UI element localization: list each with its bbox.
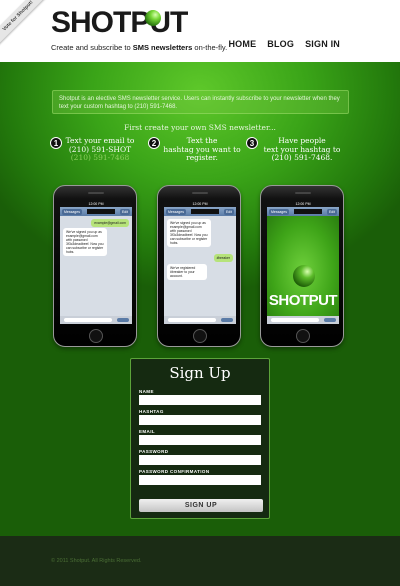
- edit-button: Edit: [223, 208, 234, 215]
- home-button-icon: [296, 329, 310, 343]
- password-confirmation-input[interactable]: [139, 475, 261, 485]
- step-line: (210) 591-7468.: [271, 153, 333, 162]
- main-content: Shotput is an elective SMS newsletter se…: [0, 62, 400, 536]
- redacted-contact: [293, 209, 322, 214]
- vote-ribbon[interactable]: Vote for Shotput!: [0, 0, 48, 46]
- step-2: 2 Text the hashtag you want to register.: [148, 136, 244, 163]
- nav-home[interactable]: HOME: [228, 39, 256, 49]
- site-footer: © 2011 Shotput. All Rights Reserved.: [0, 536, 400, 586]
- messages-titlebar: Messages Edit: [267, 207, 339, 216]
- first-create-heading: First create your own SMS newsletter...: [124, 123, 276, 132]
- message-input-bar: [267, 316, 339, 324]
- main-nav: HOME BLOG SIGN IN: [228, 39, 340, 49]
- name-label: NAME: [139, 389, 154, 394]
- message-input-bar: [60, 316, 132, 324]
- phone-mockup-1: 12:00 PM Messages Edit example@gmail.com…: [53, 185, 137, 347]
- step-number: 3: [246, 137, 258, 149]
- tagline-pre: Create and subscribe to: [51, 43, 133, 52]
- step-3: 3 Have people text your hashtag to (210)…: [246, 136, 346, 163]
- messages-titlebar: Messages Edit: [60, 207, 132, 216]
- shotput-splash: SHOTPUT: [267, 216, 339, 316]
- nav-sign-in[interactable]: SIGN IN: [305, 39, 340, 49]
- shotput-ball-icon: [293, 265, 315, 287]
- step-line: register.: [186, 153, 218, 162]
- back-button: Messages: [166, 208, 186, 215]
- message-bubble: We've signed you up as example@gmail.com…: [167, 219, 211, 247]
- tagline-post: on-the-fly.: [192, 43, 228, 52]
- phone-mockup-3: 12:00 PM Messages Edit SHOTPUT: [260, 185, 344, 347]
- sign-up-button[interactable]: SIGN UP: [139, 499, 263, 512]
- home-button-icon: [89, 329, 103, 343]
- message-bubble: #breaker: [213, 254, 233, 262]
- message-bubble: We've registered #breaker to your accoun…: [167, 264, 207, 280]
- signup-title: Sign Up: [169, 364, 231, 382]
- step-subline: (210) 591-7468: [70, 153, 130, 162]
- step-1: 1 Text your email to (210) 591-SHOT (210…: [50, 136, 142, 163]
- back-button: Messages: [269, 208, 289, 215]
- email-input[interactable]: [139, 435, 261, 445]
- password-confirmation-label: PASSWORD CONFIRMATION: [139, 469, 210, 474]
- message-input-bar: [164, 316, 236, 324]
- signup-form: Sign Up NAME HASHTAG EMAIL PASSWORD PASS…: [130, 358, 270, 519]
- nav-blog[interactable]: BLOG: [267, 39, 294, 49]
- email-label: EMAIL: [139, 429, 155, 434]
- password-input[interactable]: [139, 455, 261, 465]
- hashtag-label: HASHTAG: [139, 409, 164, 414]
- site-tagline: Create and subscribe to SMS newsletters …: [51, 43, 227, 52]
- hashtag-input[interactable]: [139, 415, 261, 425]
- logo-ball-icon: [145, 10, 161, 26]
- phone-speaker: [192, 192, 208, 194]
- message-bubble: example@gmail.com: [91, 219, 129, 227]
- phone-screen: 12:00 PM Messages Edit example@gmail.com…: [60, 202, 132, 324]
- back-button: Messages: [62, 208, 82, 215]
- shotput-splash-logo: SHOTPUT: [268, 292, 338, 309]
- phone-mockup-2: 12:00 PM Messages Edit We've signed you …: [157, 185, 241, 347]
- redacted-contact: [86, 209, 115, 214]
- home-button-icon: [193, 329, 207, 343]
- name-input[interactable]: [139, 395, 261, 405]
- redacted-contact: [190, 209, 219, 214]
- phone-speaker: [295, 192, 311, 194]
- messages-titlebar: Messages Edit: [164, 207, 236, 216]
- phone-screen: 12:00 PM Messages Edit We've signed you …: [164, 202, 236, 324]
- edit-button: Edit: [119, 208, 130, 215]
- edit-button: Edit: [326, 208, 337, 215]
- site-logo[interactable]: SHOTPUT: [51, 6, 188, 40]
- intro-text: Shotput is an elective SMS newsletter se…: [52, 90, 349, 114]
- tagline-bold: SMS newsletters: [132, 43, 193, 52]
- phone-speaker: [88, 192, 104, 194]
- step-number: 1: [50, 137, 62, 149]
- password-label: PASSWORD: [139, 449, 169, 454]
- step-number: 2: [148, 137, 160, 149]
- phone-screen: 12:00 PM Messages Edit SHOTPUT: [267, 202, 339, 324]
- message-bubble: We've signed you up as example@gmail.com…: [63, 228, 107, 256]
- copyright-text: © 2011 Shotput. All Rights Reserved.: [51, 558, 142, 564]
- site-header: Vote for Shotput! SHOTPUT Create and sub…: [0, 0, 400, 62]
